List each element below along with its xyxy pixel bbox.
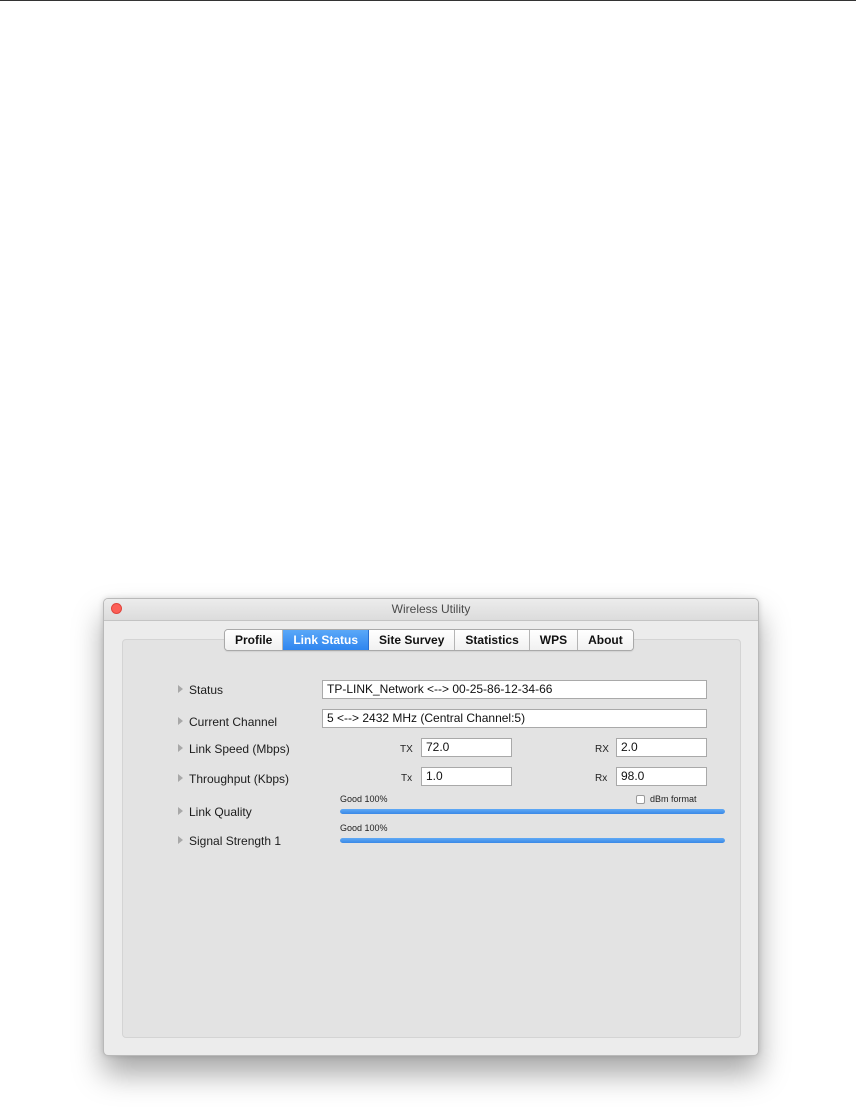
link-quality-label: Link Quality bbox=[189, 805, 252, 819]
page-top-rule bbox=[0, 0, 856, 1]
title-bar: Wireless Utility bbox=[104, 599, 758, 621]
current-channel-row-label[interactable]: Current Channel bbox=[178, 715, 277, 729]
status-field[interactable]: TP-LINK_Network <--> 00-25-86-12-34-66 bbox=[322, 680, 707, 699]
throughput-label: Throughput (Kbps) bbox=[189, 772, 290, 786]
link-speed-row-label[interactable]: Link Speed (Mbps) bbox=[178, 742, 290, 756]
window-title: Wireless Utility bbox=[391, 602, 471, 616]
tab-site-survey[interactable]: Site Survey bbox=[369, 630, 456, 650]
link-quality-bar bbox=[340, 809, 725, 814]
dbm-format-label: dBm format bbox=[650, 794, 697, 804]
current-channel-field[interactable]: 5 <--> 2432 MHz (Central Channel:5) bbox=[322, 709, 707, 728]
disclosure-triangle-icon bbox=[178, 836, 183, 844]
tab-link-status[interactable]: Link Status bbox=[283, 630, 370, 650]
link-quality-row-label[interactable]: Link Quality bbox=[178, 805, 252, 819]
tab-about[interactable]: About bbox=[578, 630, 633, 650]
throughput-rx-label: Rx bbox=[595, 773, 608, 784]
status-row-label[interactable]: Status bbox=[178, 683, 223, 697]
link-speed-label: Link Speed (Mbps) bbox=[189, 742, 290, 756]
signal-strength-label: Signal Strength 1 bbox=[189, 834, 282, 848]
wireless-utility-window: Wireless Utility Profile Link Status Sit… bbox=[103, 598, 759, 1056]
link-quality-caption: Good 100% bbox=[340, 794, 388, 804]
throughput-row-label[interactable]: Throughput (Kbps) bbox=[178, 772, 289, 786]
tab-bar: Profile Link Status Site Survey Statisti… bbox=[224, 629, 634, 651]
checkbox-icon bbox=[636, 794, 645, 804]
link-status-panel: Status TP-LINK_Network <--> 00-25-86-12-… bbox=[122, 639, 741, 1038]
link-speed-rx-field[interactable]: 2.0 bbox=[616, 738, 707, 757]
throughput-tx-label: Tx bbox=[401, 773, 413, 784]
disclosure-triangle-icon bbox=[178, 744, 183, 752]
current-channel-label: Current Channel bbox=[189, 715, 278, 729]
link-speed-tx-field[interactable]: 72.0 bbox=[421, 738, 512, 757]
link-quality-bar-fill bbox=[340, 809, 725, 814]
signal-strength-row-label[interactable]: Signal Strength 1 bbox=[178, 834, 281, 848]
tab-profile[interactable]: Profile bbox=[225, 630, 284, 650]
dbm-format-checkbox[interactable]: dBm format bbox=[636, 794, 697, 804]
signal-strength-bar-fill bbox=[340, 838, 725, 843]
throughput-tx-field[interactable]: 1.0 bbox=[421, 767, 512, 786]
link-speed-tx-label: TX bbox=[400, 744, 413, 755]
disclosure-triangle-icon bbox=[178, 717, 183, 725]
tab-statistics[interactable]: Statistics bbox=[455, 630, 530, 650]
signal-strength-caption: Good 100% bbox=[340, 823, 388, 833]
disclosure-triangle-icon bbox=[178, 807, 183, 815]
throughput-rx-field[interactable]: 98.0 bbox=[616, 767, 707, 786]
signal-strength-bar bbox=[340, 838, 725, 843]
disclosure-triangle-icon bbox=[178, 774, 183, 782]
status-label: Status bbox=[189, 683, 224, 697]
tab-wps[interactable]: WPS bbox=[529, 630, 579, 650]
link-speed-rx-label: RX bbox=[595, 744, 609, 755]
disclosure-triangle-icon bbox=[178, 685, 183, 693]
